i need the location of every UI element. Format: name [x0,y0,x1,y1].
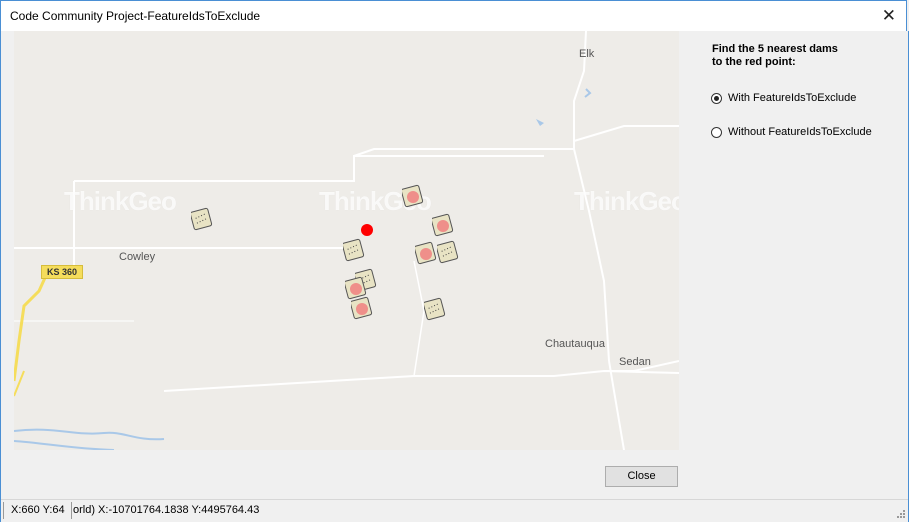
dam-icon[interactable] [351,296,373,320]
radio-button-unchecked[interactable] [711,126,722,138]
status-world-position: orld) X:-10701764.1838 Y:4495764.43 [71,502,259,519]
radio-with-exclude[interactable]: With FeatureIdsToExclude [711,92,856,104]
watermark-1: ThinkGeo [64,186,177,216]
dam-icon[interactable] [437,240,459,264]
map-label-elk: Elk [579,48,595,60]
options-panel: Find the 5 nearest dams to the red point… [679,31,907,471]
status-screen-position: X:660 Y:64 [3,502,65,519]
dam-icon[interactable] [402,184,424,208]
map-label-cowley: Cowley [119,251,156,263]
dam-icon[interactable] [345,276,367,300]
instruction-line-1: Find the 5 nearest dams [712,43,838,55]
dam-icon[interactable] [191,207,213,231]
radio-with-exclude-label: With FeatureIdsToExclude [728,92,857,104]
window-title: Code Community Project-FeatureIdsToExclu… [10,9,261,23]
highway-shield-ks360: KS 360 [41,265,84,279]
instruction-line-2: to the red point: [712,56,796,68]
map-view[interactable]: ThinkGeo ThinkGeo ThinkGeo Elk Cowley Ch… [14,31,679,450]
map-label-sedan: Sedan [619,356,651,368]
dam-icon[interactable] [415,241,437,265]
window-close-icon[interactable]: ✕ [882,7,896,24]
dam-icon[interactable] [424,297,446,321]
watermark-3: ThinkGeo [574,186,679,216]
status-bar: X:660 Y:64 orld) X:-10701764.1838 Y:4495… [1,499,908,521]
close-button[interactable]: Close [605,466,678,487]
radio-without-exclude-label: Without FeatureIdsToExclude [728,126,872,138]
title-bar: Code Community Project-FeatureIdsToExclu… [0,0,907,31]
resize-grip-icon[interactable] [896,509,905,518]
dam-icon[interactable] [432,213,454,237]
radio-without-exclude[interactable]: Without FeatureIdsToExclude [711,126,872,138]
map-label-chautauqua: Chautauqua [545,338,605,350]
radio-button-checked[interactable] [711,92,722,104]
query-point-marker [361,224,373,236]
dam-icon[interactable] [343,238,365,262]
instruction-text: Find the 5 nearest dams to the red point… [712,43,872,69]
